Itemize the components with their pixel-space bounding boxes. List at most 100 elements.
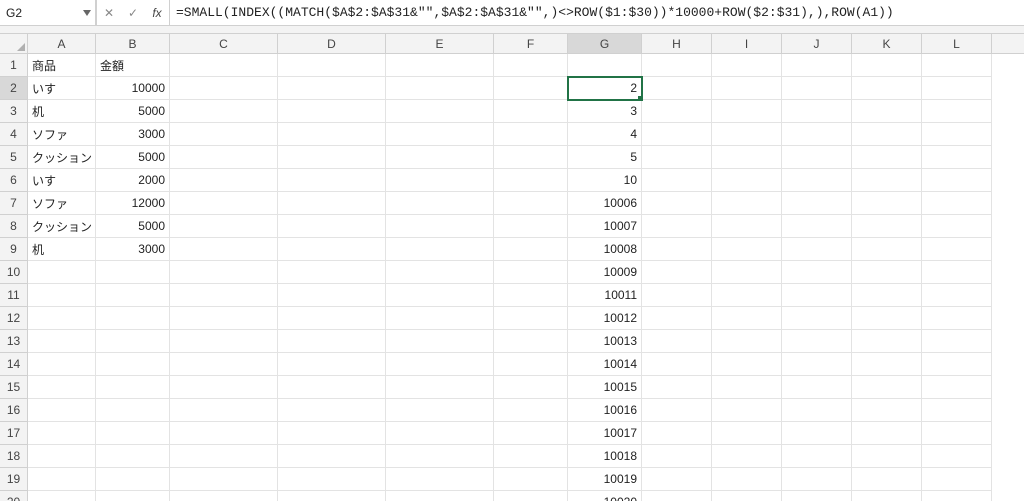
cell-B3[interactable]: 5000 — [96, 100, 170, 123]
cell-A20[interactable] — [28, 491, 96, 501]
row-header[interactable]: 16 — [0, 399, 28, 422]
cell-C7[interactable] — [170, 192, 278, 215]
cell-J12[interactable] — [782, 307, 852, 330]
cell-J1[interactable] — [782, 54, 852, 77]
cell-J4[interactable] — [782, 123, 852, 146]
col-header-D[interactable]: D — [278, 34, 386, 53]
cell-I13[interactable] — [712, 330, 782, 353]
cell-L12[interactable] — [922, 307, 992, 330]
cell-C12[interactable] — [170, 307, 278, 330]
row-header[interactable]: 6 — [0, 169, 28, 192]
cell-F18[interactable] — [494, 445, 568, 468]
cell-F3[interactable] — [494, 100, 568, 123]
cell-J16[interactable] — [782, 399, 852, 422]
cell-B15[interactable] — [96, 376, 170, 399]
cell-B17[interactable] — [96, 422, 170, 445]
cell-B5[interactable]: 5000 — [96, 146, 170, 169]
cell-A8[interactable]: クッション — [28, 215, 96, 238]
col-header-L[interactable]: L — [922, 34, 992, 53]
cell-G18[interactable]: 10018 — [568, 445, 642, 468]
cell-K3[interactable] — [852, 100, 922, 123]
cell-G19[interactable]: 10019 — [568, 468, 642, 491]
cell-B19[interactable] — [96, 468, 170, 491]
row-header[interactable]: 20 — [0, 491, 28, 501]
cell-G14[interactable]: 10014 — [568, 353, 642, 376]
cell-J18[interactable] — [782, 445, 852, 468]
row-header[interactable]: 19 — [0, 468, 28, 491]
cell-G4[interactable]: 4 — [568, 123, 642, 146]
cell-D19[interactable] — [278, 468, 386, 491]
cell-F4[interactable] — [494, 123, 568, 146]
cell-L2[interactable] — [922, 77, 992, 100]
cell-I14[interactable] — [712, 353, 782, 376]
cell-L13[interactable] — [922, 330, 992, 353]
cell-B10[interactable] — [96, 261, 170, 284]
cell-I4[interactable] — [712, 123, 782, 146]
cell-G9[interactable]: 10008 — [568, 238, 642, 261]
cell-I10[interactable] — [712, 261, 782, 284]
cell-J14[interactable] — [782, 353, 852, 376]
cell-L7[interactable] — [922, 192, 992, 215]
cell-D15[interactable] — [278, 376, 386, 399]
cell-F1[interactable] — [494, 54, 568, 77]
cell-I8[interactable] — [712, 215, 782, 238]
cancel-icon[interactable]: ✕ — [97, 6, 121, 20]
cell-H3[interactable] — [642, 100, 712, 123]
cell-L8[interactable] — [922, 215, 992, 238]
name-box-input[interactable]: G2 — [0, 6, 79, 20]
cell-E6[interactable] — [386, 169, 494, 192]
cell-B1[interactable]: 金額 — [96, 54, 170, 77]
cell-H20[interactable] — [642, 491, 712, 501]
cell-J19[interactable] — [782, 468, 852, 491]
cell-A18[interactable] — [28, 445, 96, 468]
cell-G7[interactable]: 10006 — [568, 192, 642, 215]
cell-B12[interactable] — [96, 307, 170, 330]
cell-B20[interactable] — [96, 491, 170, 501]
cell-C3[interactable] — [170, 100, 278, 123]
cell-B7[interactable]: 12000 — [96, 192, 170, 215]
cell-G11[interactable]: 10011 — [568, 284, 642, 307]
cell-A19[interactable] — [28, 468, 96, 491]
cell-D14[interactable] — [278, 353, 386, 376]
cell-J15[interactable] — [782, 376, 852, 399]
cell-G6[interactable]: 10 — [568, 169, 642, 192]
cell-H19[interactable] — [642, 468, 712, 491]
cell-C15[interactable] — [170, 376, 278, 399]
cell-C8[interactable] — [170, 215, 278, 238]
cell-F15[interactable] — [494, 376, 568, 399]
col-header-F[interactable]: F — [494, 34, 568, 53]
cell-E11[interactable] — [386, 284, 494, 307]
cell-G5[interactable]: 5 — [568, 146, 642, 169]
cell-E17[interactable] — [386, 422, 494, 445]
cell-K16[interactable] — [852, 399, 922, 422]
cell-A2[interactable]: いす — [28, 77, 96, 100]
row-header[interactable]: 9 — [0, 238, 28, 261]
cell-D12[interactable] — [278, 307, 386, 330]
cell-I1[interactable] — [712, 54, 782, 77]
cell-C17[interactable] — [170, 422, 278, 445]
cell-D18[interactable] — [278, 445, 386, 468]
cell-B16[interactable] — [96, 399, 170, 422]
cell-E16[interactable] — [386, 399, 494, 422]
cell-K6[interactable] — [852, 169, 922, 192]
col-header-G[interactable]: G — [568, 34, 642, 53]
cell-J10[interactable] — [782, 261, 852, 284]
cell-I3[interactable] — [712, 100, 782, 123]
cell-K19[interactable] — [852, 468, 922, 491]
cell-G12[interactable]: 10012 — [568, 307, 642, 330]
cell-B14[interactable] — [96, 353, 170, 376]
row-header[interactable]: 10 — [0, 261, 28, 284]
cell-A3[interactable]: 机 — [28, 100, 96, 123]
cell-F6[interactable] — [494, 169, 568, 192]
cell-L11[interactable] — [922, 284, 992, 307]
cell-H2[interactable] — [642, 77, 712, 100]
cell-K17[interactable] — [852, 422, 922, 445]
cell-H6[interactable] — [642, 169, 712, 192]
cell-D8[interactable] — [278, 215, 386, 238]
cell-E9[interactable] — [386, 238, 494, 261]
cell-E4[interactable] — [386, 123, 494, 146]
cell-F7[interactable] — [494, 192, 568, 215]
cell-G15[interactable]: 10015 — [568, 376, 642, 399]
cell-K18[interactable] — [852, 445, 922, 468]
row-header[interactable]: 11 — [0, 284, 28, 307]
